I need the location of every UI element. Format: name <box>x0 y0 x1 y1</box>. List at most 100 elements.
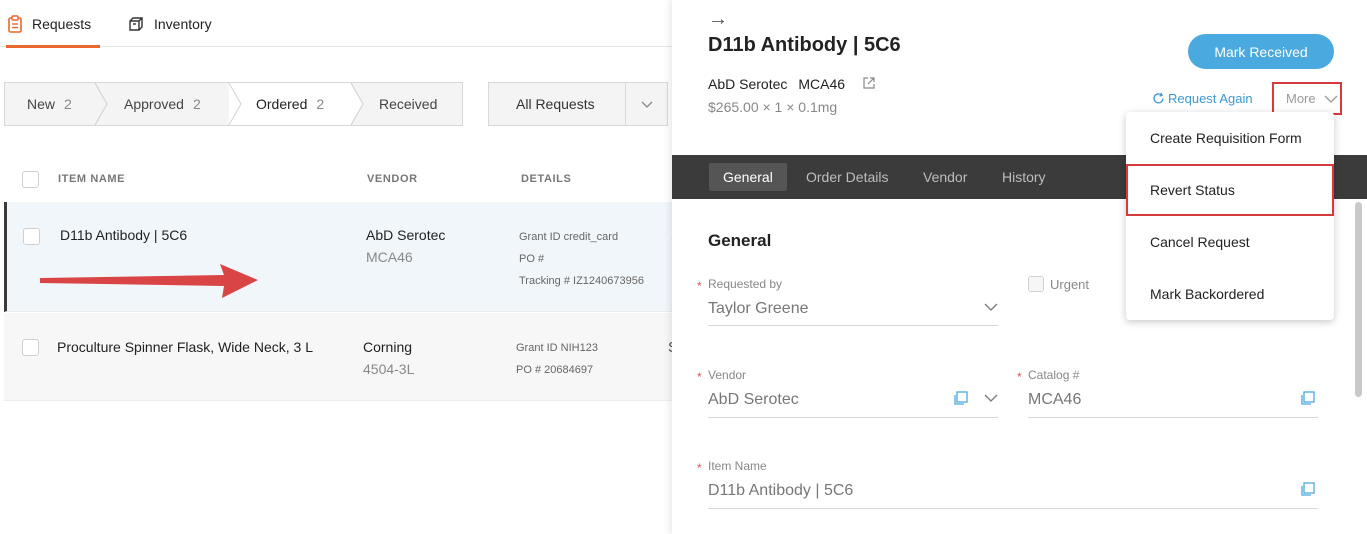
table-row[interactable]: Proculture Spinner Flask, Wide Neck, 3 L… <box>4 313 678 401</box>
tab-general[interactable]: General <box>709 163 787 191</box>
row-checkbox[interactable] <box>23 228 40 245</box>
item-price: $265.00 × 1 × 0.1mg <box>708 99 838 115</box>
stage-new[interactable]: New 2 <box>27 83 72 125</box>
copy-icon[interactable] <box>1300 391 1315 406</box>
box-icon <box>129 16 143 31</box>
required-marker: * <box>697 279 702 293</box>
stage-ordered[interactable]: Ordered 2 <box>256 83 324 125</box>
chevron-down-icon[interactable] <box>984 393 998 403</box>
tab-inventory[interactable]: Inventory <box>128 0 212 47</box>
stage-approved[interactable]: Approved 2 <box>124 83 201 125</box>
stage-new-count: 2 <box>64 96 72 112</box>
item-catalog: MCA46 <box>798 76 846 92</box>
clipboard-icon <box>8 14 22 33</box>
tab-history[interactable]: History <box>1002 163 1046 191</box>
row-item-name: Proculture Spinner Flask, Wide Neck, 3 L <box>57 339 313 355</box>
item-name-field[interactable]: D11b Antibody | 5C6 <box>708 482 853 500</box>
select-all-checkbox[interactable] <box>22 171 39 188</box>
section-title: General <box>708 231 772 250</box>
row-tracking: Tracking # IZ1240673956 <box>519 275 644 287</box>
row-catalog: 4504-3L <box>363 361 415 377</box>
field-underline <box>1028 417 1318 418</box>
tab-vendor[interactable]: Vendor <box>923 163 967 191</box>
more-dropdown-menu: Create Requisition Form Revert Status Ca… <box>1126 112 1334 320</box>
request-again-label: Request Again <box>1168 91 1253 106</box>
header-details: DETAILS <box>521 173 572 185</box>
item-vendor: AbD Serotec <box>708 76 788 92</box>
requested-by-label: Requested by <box>708 277 783 291</box>
tracking-label: Tracking # <box>519 275 570 287</box>
stage-ordered-count: 2 <box>316 96 325 112</box>
row-po: PO # <box>519 253 544 265</box>
copy-icon[interactable] <box>1300 482 1315 497</box>
external-link-icon[interactable] <box>862 76 876 90</box>
po-value: 20684697 <box>544 364 594 376</box>
filter-divider <box>625 83 626 125</box>
chevron-down-icon <box>641 101 653 108</box>
header-item-name: ITEM NAME <box>58 173 126 185</box>
row-vendor: AbD Serotec <box>366 227 446 243</box>
po-label: PO # <box>519 253 545 265</box>
row-grant: Grant ID credit_card <box>519 231 618 243</box>
row-item-name: D11b Antibody | 5C6 <box>60 227 188 243</box>
header-vendor: VENDOR <box>367 173 418 185</box>
scrollbar[interactable] <box>1355 202 1362 397</box>
grant-value: credit_card <box>563 231 619 243</box>
requested-by-field[interactable]: Taylor Greene <box>708 300 809 318</box>
tab-requests[interactable]: Requests <box>6 0 100 48</box>
stage-received-label: Received <box>379 96 438 112</box>
tab-order-details[interactable]: Order Details <box>806 163 888 191</box>
item-title: D11b Antibody | 5C6 <box>708 34 901 56</box>
app-root: Requests Inventory New 2 Approved 2 Orde… <box>0 0 1367 534</box>
stage-approved-label: Approved <box>124 96 184 112</box>
row-grant: Grant ID NIH123 <box>516 342 598 354</box>
row-checkbox[interactable] <box>22 339 39 356</box>
required-marker: * <box>1017 370 1022 384</box>
menu-item-cancel-request[interactable]: Cancel Request <box>1126 216 1334 268</box>
annotation-arrow <box>40 264 258 298</box>
vendor-field[interactable]: AbD Serotec <box>708 391 799 409</box>
field-underline <box>708 325 998 326</box>
filter-label: All Requests <box>516 96 595 112</box>
required-marker: * <box>697 370 702 384</box>
stage-approved-count: 2 <box>192 96 201 112</box>
row-catalog: MCA46 <box>366 249 413 265</box>
field-underline <box>708 508 1318 509</box>
more-label: More <box>1286 91 1316 106</box>
grant-label: Grant ID <box>516 342 558 354</box>
chevron-down-icon[interactable] <box>984 302 998 312</box>
stage-new-label: New <box>27 96 56 112</box>
grant-label: Grant ID <box>519 231 561 243</box>
vendor-label: Vendor <box>708 368 747 382</box>
urgent-checkbox[interactable] <box>1028 276 1044 292</box>
request-again-button[interactable]: Request Again <box>1152 91 1253 106</box>
tracking-value: IZ1240673956 <box>573 275 644 287</box>
required-marker: * <box>697 461 702 475</box>
field-underline <box>708 417 998 418</box>
mark-received-button[interactable]: Mark Received <box>1188 34 1334 69</box>
copy-icon[interactable] <box>953 391 968 406</box>
catalog-label: Catalog # <box>1028 368 1080 382</box>
refresh-icon <box>1153 92 1164 104</box>
stage-ordered-label: Ordered <box>256 96 308 112</box>
po-label: PO # <box>516 364 542 376</box>
table-header: ITEM NAME VENDOR DETAILS <box>0 160 672 200</box>
menu-item-mark-backordered[interactable]: Mark Backordered <box>1126 268 1334 320</box>
request-filter-select[interactable]: All Requests <box>488 82 668 126</box>
item-name-label: Item Name <box>708 459 767 473</box>
row-vendor: Corning <box>363 339 413 355</box>
menu-item-revert-status[interactable]: Revert Status <box>1126 164 1334 216</box>
top-navigation: Requests Inventory <box>0 0 672 48</box>
tab-inventory-label: Inventory <box>154 15 212 32</box>
chevron-down-icon <box>1324 95 1338 103</box>
urgent-label: Urgent <box>1050 277 1090 292</box>
row-po: PO # 20684697 <box>516 364 593 376</box>
item-vendor-line: AbD Serotec MCA46 <box>708 76 845 92</box>
status-pipeline: New 2 Approved 2 Ordered 2 Received <box>4 82 463 126</box>
menu-item-create-requisition-form[interactable]: Create Requisition Form <box>1126 112 1334 164</box>
catalog-field[interactable]: MCA46 <box>1028 391 1081 409</box>
close-panel-arrow-icon[interactable]: → <box>708 8 728 31</box>
stage-received[interactable]: Received <box>379 83 437 125</box>
more-dropdown-button[interactable]: More <box>1272 82 1342 115</box>
requests-list-pane: Requests Inventory New 2 Approved 2 Orde… <box>0 0 681 534</box>
